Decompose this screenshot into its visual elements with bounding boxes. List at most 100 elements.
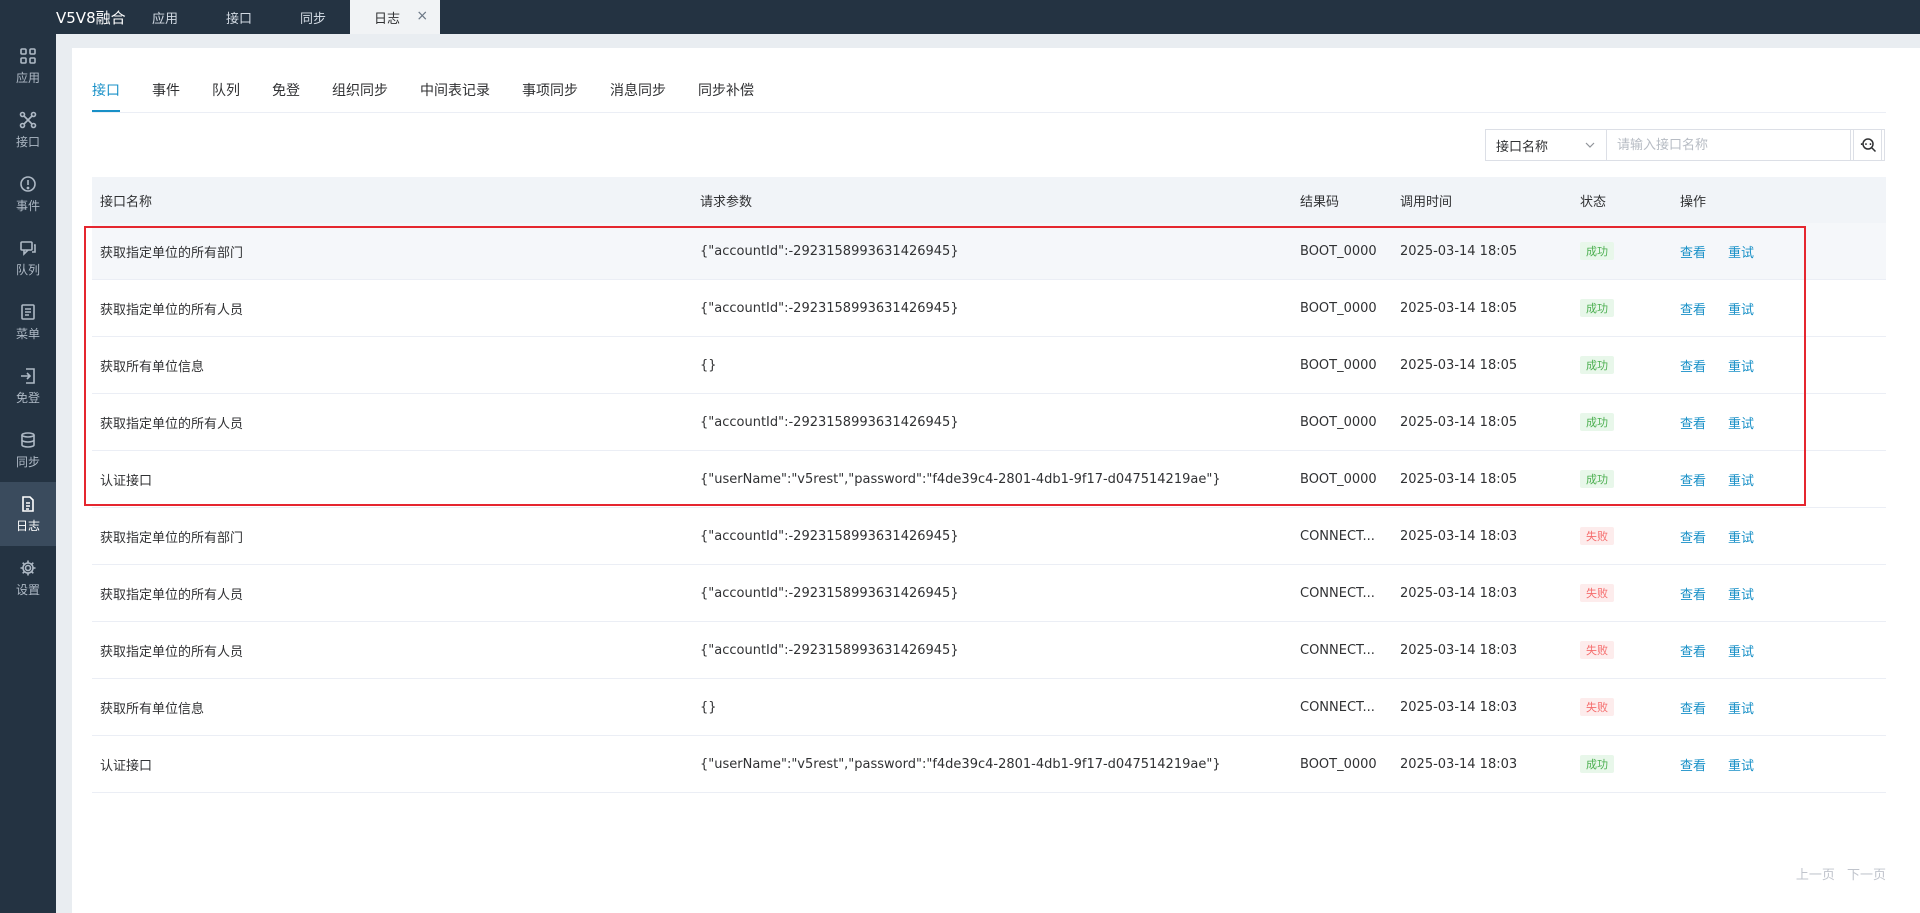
view-button[interactable]: 查看	[1680, 759, 1706, 774]
view-button[interactable]: 查看	[1680, 645, 1706, 660]
tab-item-sync[interactable]: 事项同步	[522, 78, 578, 110]
cell-status: 失败	[1572, 678, 1672, 736]
view-button[interactable]: 查看	[1680, 588, 1706, 603]
top-tab-log[interactable]: 日志 ×	[350, 0, 441, 34]
top-tabs: 应用 接口 同步 日志 ×	[128, 0, 441, 34]
search-bar: 接口名称	[1485, 129, 1885, 161]
retry-button[interactable]: 重试	[1728, 702, 1754, 717]
cell-code: CONNECT...	[1292, 507, 1392, 565]
cell-time: 2025-03-14 18:03	[1392, 564, 1572, 622]
cell-params: {"accountId":-2923158993631426945}	[692, 279, 1292, 337]
sidebar-item-label: 事件	[15, 198, 40, 213]
sidebar-item-sync[interactable]: 同步	[0, 418, 56, 482]
status-badge: 成功	[1580, 242, 1614, 260]
retry-button[interactable]: 重试	[1728, 531, 1754, 546]
sidebar-item-events[interactable]: 事件	[0, 162, 56, 226]
sidebar-item-interface[interactable]: 接口	[0, 98, 56, 162]
cell-time: 2025-03-14 18:05	[1392, 223, 1572, 280]
search-input[interactable]	[1606, 129, 1854, 161]
chevron-down-icon	[1585, 142, 1595, 148]
tab-intermediate-records[interactable]: 中间表记录	[420, 78, 490, 110]
col-header-name: 接口名称	[92, 177, 692, 223]
status-badge: 失败	[1580, 698, 1614, 716]
sidebar-item-menu[interactable]: 菜单	[0, 290, 56, 354]
status-badge: 成功	[1580, 299, 1614, 317]
cell-code: BOOT_0000	[1292, 336, 1392, 394]
col-header-actions: 操作	[1672, 177, 1886, 223]
table-row: 获取指定单位的所有人员 {"accountId":-292315899363142…	[92, 564, 1886, 622]
top-tab-apps[interactable]: 应用	[128, 0, 202, 34]
tab-sync-compensation[interactable]: 同步补偿	[698, 78, 754, 110]
app-title: V5V8融合	[56, 8, 126, 27]
cell-status: 失败	[1572, 507, 1672, 565]
table-row: 获取指定单位的所有人员 {"accountId":-292315899363142…	[92, 393, 1886, 451]
col-header-time: 调用时间	[1392, 177, 1572, 223]
cell-params: {"accountId":-2923158993631426945}	[692, 223, 1292, 280]
retry-button[interactable]: 重试	[1728, 360, 1754, 375]
cell-status: 成功	[1572, 735, 1672, 793]
status-badge: 失败	[1580, 641, 1614, 659]
cell-params: {"userName":"v5rest","password":"f4de39c…	[692, 450, 1292, 508]
sub-tabs: 接口 事件 队列 免登 组织同步 中间表记录 事项同步 消息同步 同步补偿	[92, 78, 1886, 113]
tab-interface[interactable]: 接口	[92, 78, 120, 112]
retry-button[interactable]: 重试	[1728, 588, 1754, 603]
col-header-params: 请求参数	[692, 177, 1292, 223]
tab-message-sync[interactable]: 消息同步	[610, 78, 666, 110]
cell-code: BOOT_0000	[1292, 223, 1392, 280]
view-button[interactable]: 查看	[1680, 360, 1706, 375]
tab-queue[interactable]: 队列	[212, 78, 240, 110]
cell-name: 获取所有单位信息	[92, 336, 692, 394]
sidebar-item-sso[interactable]: 免登	[0, 354, 56, 418]
chat-icon	[20, 240, 36, 256]
cell-time: 2025-03-14 18:03	[1392, 735, 1572, 793]
retry-button[interactable]: 重试	[1728, 417, 1754, 432]
alert-icon	[20, 175, 36, 192]
tab-sso[interactable]: 免登	[272, 78, 300, 110]
cell-actions: 查看 重试	[1672, 678, 1886, 736]
view-button[interactable]: 查看	[1680, 474, 1706, 489]
retry-button[interactable]: 重试	[1728, 303, 1754, 318]
tab-org-sync[interactable]: 组织同步	[332, 78, 388, 110]
cell-name: 获取指定单位的所有部门	[92, 507, 692, 565]
top-tab-interface[interactable]: 接口	[202, 0, 276, 34]
cell-actions: 查看 重试	[1672, 564, 1886, 622]
cell-code: BOOT_0000	[1292, 279, 1392, 337]
view-button[interactable]: 查看	[1680, 417, 1706, 432]
table-row: 获取指定单位的所有部门 {"accountId":-292315899363142…	[92, 507, 1886, 565]
more-button[interactable]: ···	[1850, 129, 1882, 161]
top-tab-sync[interactable]: 同步	[276, 0, 350, 34]
status-badge: 成功	[1580, 356, 1614, 374]
cell-code: BOOT_0000	[1292, 450, 1392, 508]
cell-actions: 查看 重试	[1672, 450, 1886, 508]
view-button[interactable]: 查看	[1680, 702, 1706, 717]
cell-name: 认证接口	[92, 450, 692, 508]
retry-button[interactable]: 重试	[1728, 645, 1754, 660]
top-tab-label: 接口	[226, 11, 253, 27]
sidebar-item-label: 菜单	[15, 326, 40, 341]
retry-button[interactable]: 重试	[1728, 474, 1754, 489]
cell-actions: 查看 重试	[1672, 507, 1886, 565]
cell-name: 获取指定单位的所有人员	[92, 393, 692, 451]
prev-page-button[interactable]: 上一页	[1796, 868, 1835, 883]
cell-name: 获取指定单位的所有人员	[92, 621, 692, 679]
col-header-status: 状态	[1572, 177, 1672, 223]
retry-button[interactable]: 重试	[1728, 246, 1754, 261]
retry-button[interactable]: 重试	[1728, 759, 1754, 774]
close-icon[interactable]: ×	[416, 8, 428, 24]
sidebar-item-apps[interactable]: 应用	[0, 34, 56, 98]
top-tab-label: 日志	[374, 11, 401, 27]
view-button[interactable]: 查看	[1680, 303, 1706, 318]
cell-status: 成功	[1572, 279, 1672, 337]
tab-events[interactable]: 事件	[152, 78, 180, 110]
view-button[interactable]: 查看	[1680, 531, 1706, 546]
search-field-select[interactable]: 接口名称	[1485, 129, 1606, 161]
cell-actions: 查看 重试	[1672, 393, 1886, 451]
sidebar-item-label: 日志	[15, 518, 40, 533]
cell-time: 2025-03-14 18:03	[1392, 678, 1572, 736]
cell-time: 2025-03-14 18:05	[1392, 450, 1572, 508]
view-button[interactable]: 查看	[1680, 246, 1706, 261]
sidebar-item-queue[interactable]: 队列	[0, 226, 56, 290]
sidebar-item-log[interactable]: 日志	[0, 482, 56, 546]
sidebar-item-settings[interactable]: 设置	[0, 546, 56, 610]
next-page-button[interactable]: 下一页	[1847, 868, 1886, 883]
